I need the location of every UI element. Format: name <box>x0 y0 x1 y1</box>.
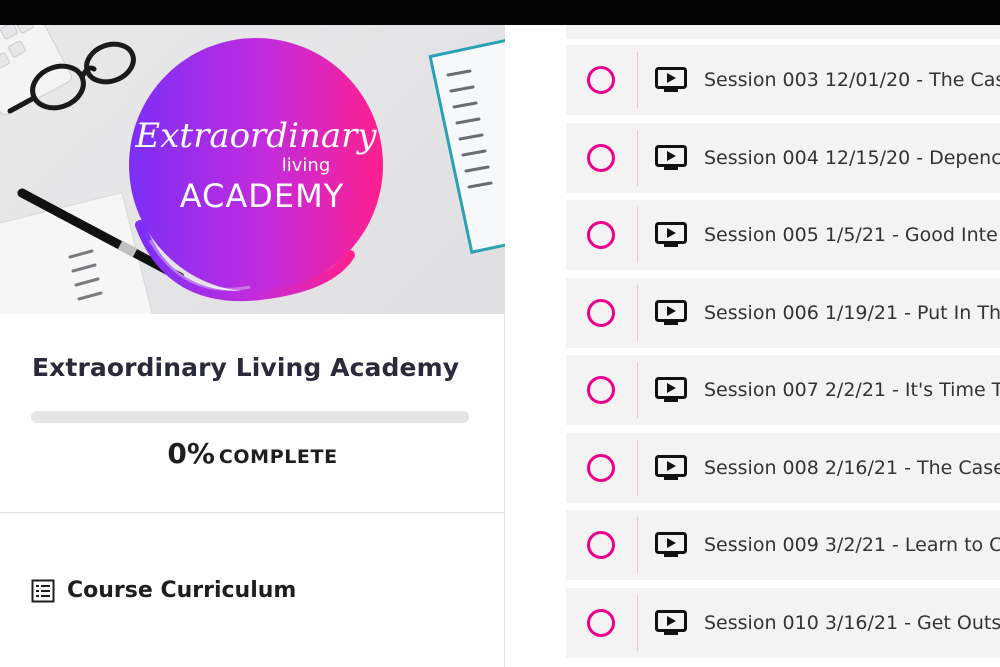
lesson-status-circle-icon[interactable] <box>587 144 615 172</box>
lesson-title: Session 003 12/01/20 - The Cas <box>704 69 1000 91</box>
lesson-separator <box>637 517 638 573</box>
course-sidebar: Extraordinary living ACADEMY Extraordina… <box>0 25 505 667</box>
list-icon <box>31 579 55 602</box>
lesson-separator <box>637 130 638 186</box>
lesson-title: Session 010 3/16/21 - Get Outs <box>704 612 1000 634</box>
progress-text: 0% COMPLETE <box>0 437 505 470</box>
lesson-row[interactable]: Session 010 3/16/21 - Get Outs <box>566 588 1000 658</box>
logo-academy-text: ACADEMY <box>180 177 345 215</box>
academy-logo: Extraordinary living ACADEMY <box>129 38 383 302</box>
lesson-row[interactable]: Session 007 2/2/21 - It's Time T <box>566 355 1000 425</box>
course-curriculum-label: Course Curriculum <box>67 578 297 603</box>
lesson-status-circle-icon[interactable] <box>587 609 615 637</box>
lesson-title: Session 005 1/5/21 - Good Inte <box>704 224 998 246</box>
progress-label: COMPLETE <box>218 446 338 468</box>
lesson-row[interactable]: Session 005 1/5/21 - Good Inte <box>566 200 1000 270</box>
lesson-list: Session 003 12/01/20 - The Cas Session 00… <box>506 25 1000 667</box>
lesson-title: Session 007 2/2/21 - It's Time T <box>704 379 1000 401</box>
video-icon <box>655 455 687 481</box>
lesson-title: Session 009 3/2/21 - Learn to C <box>704 534 1000 556</box>
lesson-title: Session 004 12/15/20 - Depenc <box>704 147 1000 169</box>
video-icon <box>655 610 687 636</box>
lesson-separator <box>637 440 638 496</box>
lesson-row[interactable]: Session 004 12/15/20 - Depenc <box>566 123 1000 193</box>
course-title: Extraordinary Living Academy <box>32 353 460 382</box>
lesson-status-circle-icon[interactable] <box>587 299 615 327</box>
sidebar-divider <box>0 512 505 513</box>
lesson-separator <box>637 207 638 263</box>
video-icon <box>655 377 687 403</box>
course-hero-image: Extraordinary living ACADEMY <box>0 25 505 314</box>
logo-living-text: living <box>282 155 331 176</box>
lesson-status-circle-icon[interactable] <box>587 531 615 559</box>
video-icon <box>655 145 687 171</box>
lesson-title: Session 006 1/19/21 - Put In Th <box>704 302 1000 324</box>
lesson-status-circle-icon[interactable] <box>587 221 615 249</box>
lesson-separator <box>637 285 638 341</box>
top-bar <box>0 0 1000 25</box>
lesson-status-circle-icon[interactable] <box>587 454 615 482</box>
course-curriculum-link[interactable]: Course Curriculum <box>31 578 296 603</box>
hero-photo: Extraordinary living ACADEMY <box>0 25 505 314</box>
lesson-row-partial <box>566 25 1000 39</box>
lesson-row[interactable]: Session 009 3/2/21 - Learn to C <box>566 510 1000 580</box>
lesson-separator <box>637 52 638 108</box>
lesson-row[interactable]: Session 008 2/16/21 - The Case <box>566 433 1000 503</box>
lesson-row[interactable]: Session 006 1/19/21 - Put In Th <box>566 278 1000 348</box>
progress-percent: 0% <box>167 437 215 470</box>
lesson-status-circle-icon[interactable] <box>587 66 615 94</box>
lesson-separator <box>637 595 638 651</box>
notebook-image <box>428 36 505 254</box>
logo-script-text: Extraordinary <box>134 116 377 156</box>
progress-bar <box>31 411 469 423</box>
lesson-title: Session 008 2/16/21 - The Case <box>704 457 1000 479</box>
lesson-status-circle-icon[interactable] <box>587 376 615 404</box>
lesson-row[interactable]: Session 003 12/01/20 - The Cas <box>566 45 1000 115</box>
video-icon <box>655 222 687 248</box>
video-icon <box>655 532 687 558</box>
video-icon <box>655 300 687 326</box>
lesson-separator <box>637 362 638 418</box>
video-icon <box>655 67 687 93</box>
